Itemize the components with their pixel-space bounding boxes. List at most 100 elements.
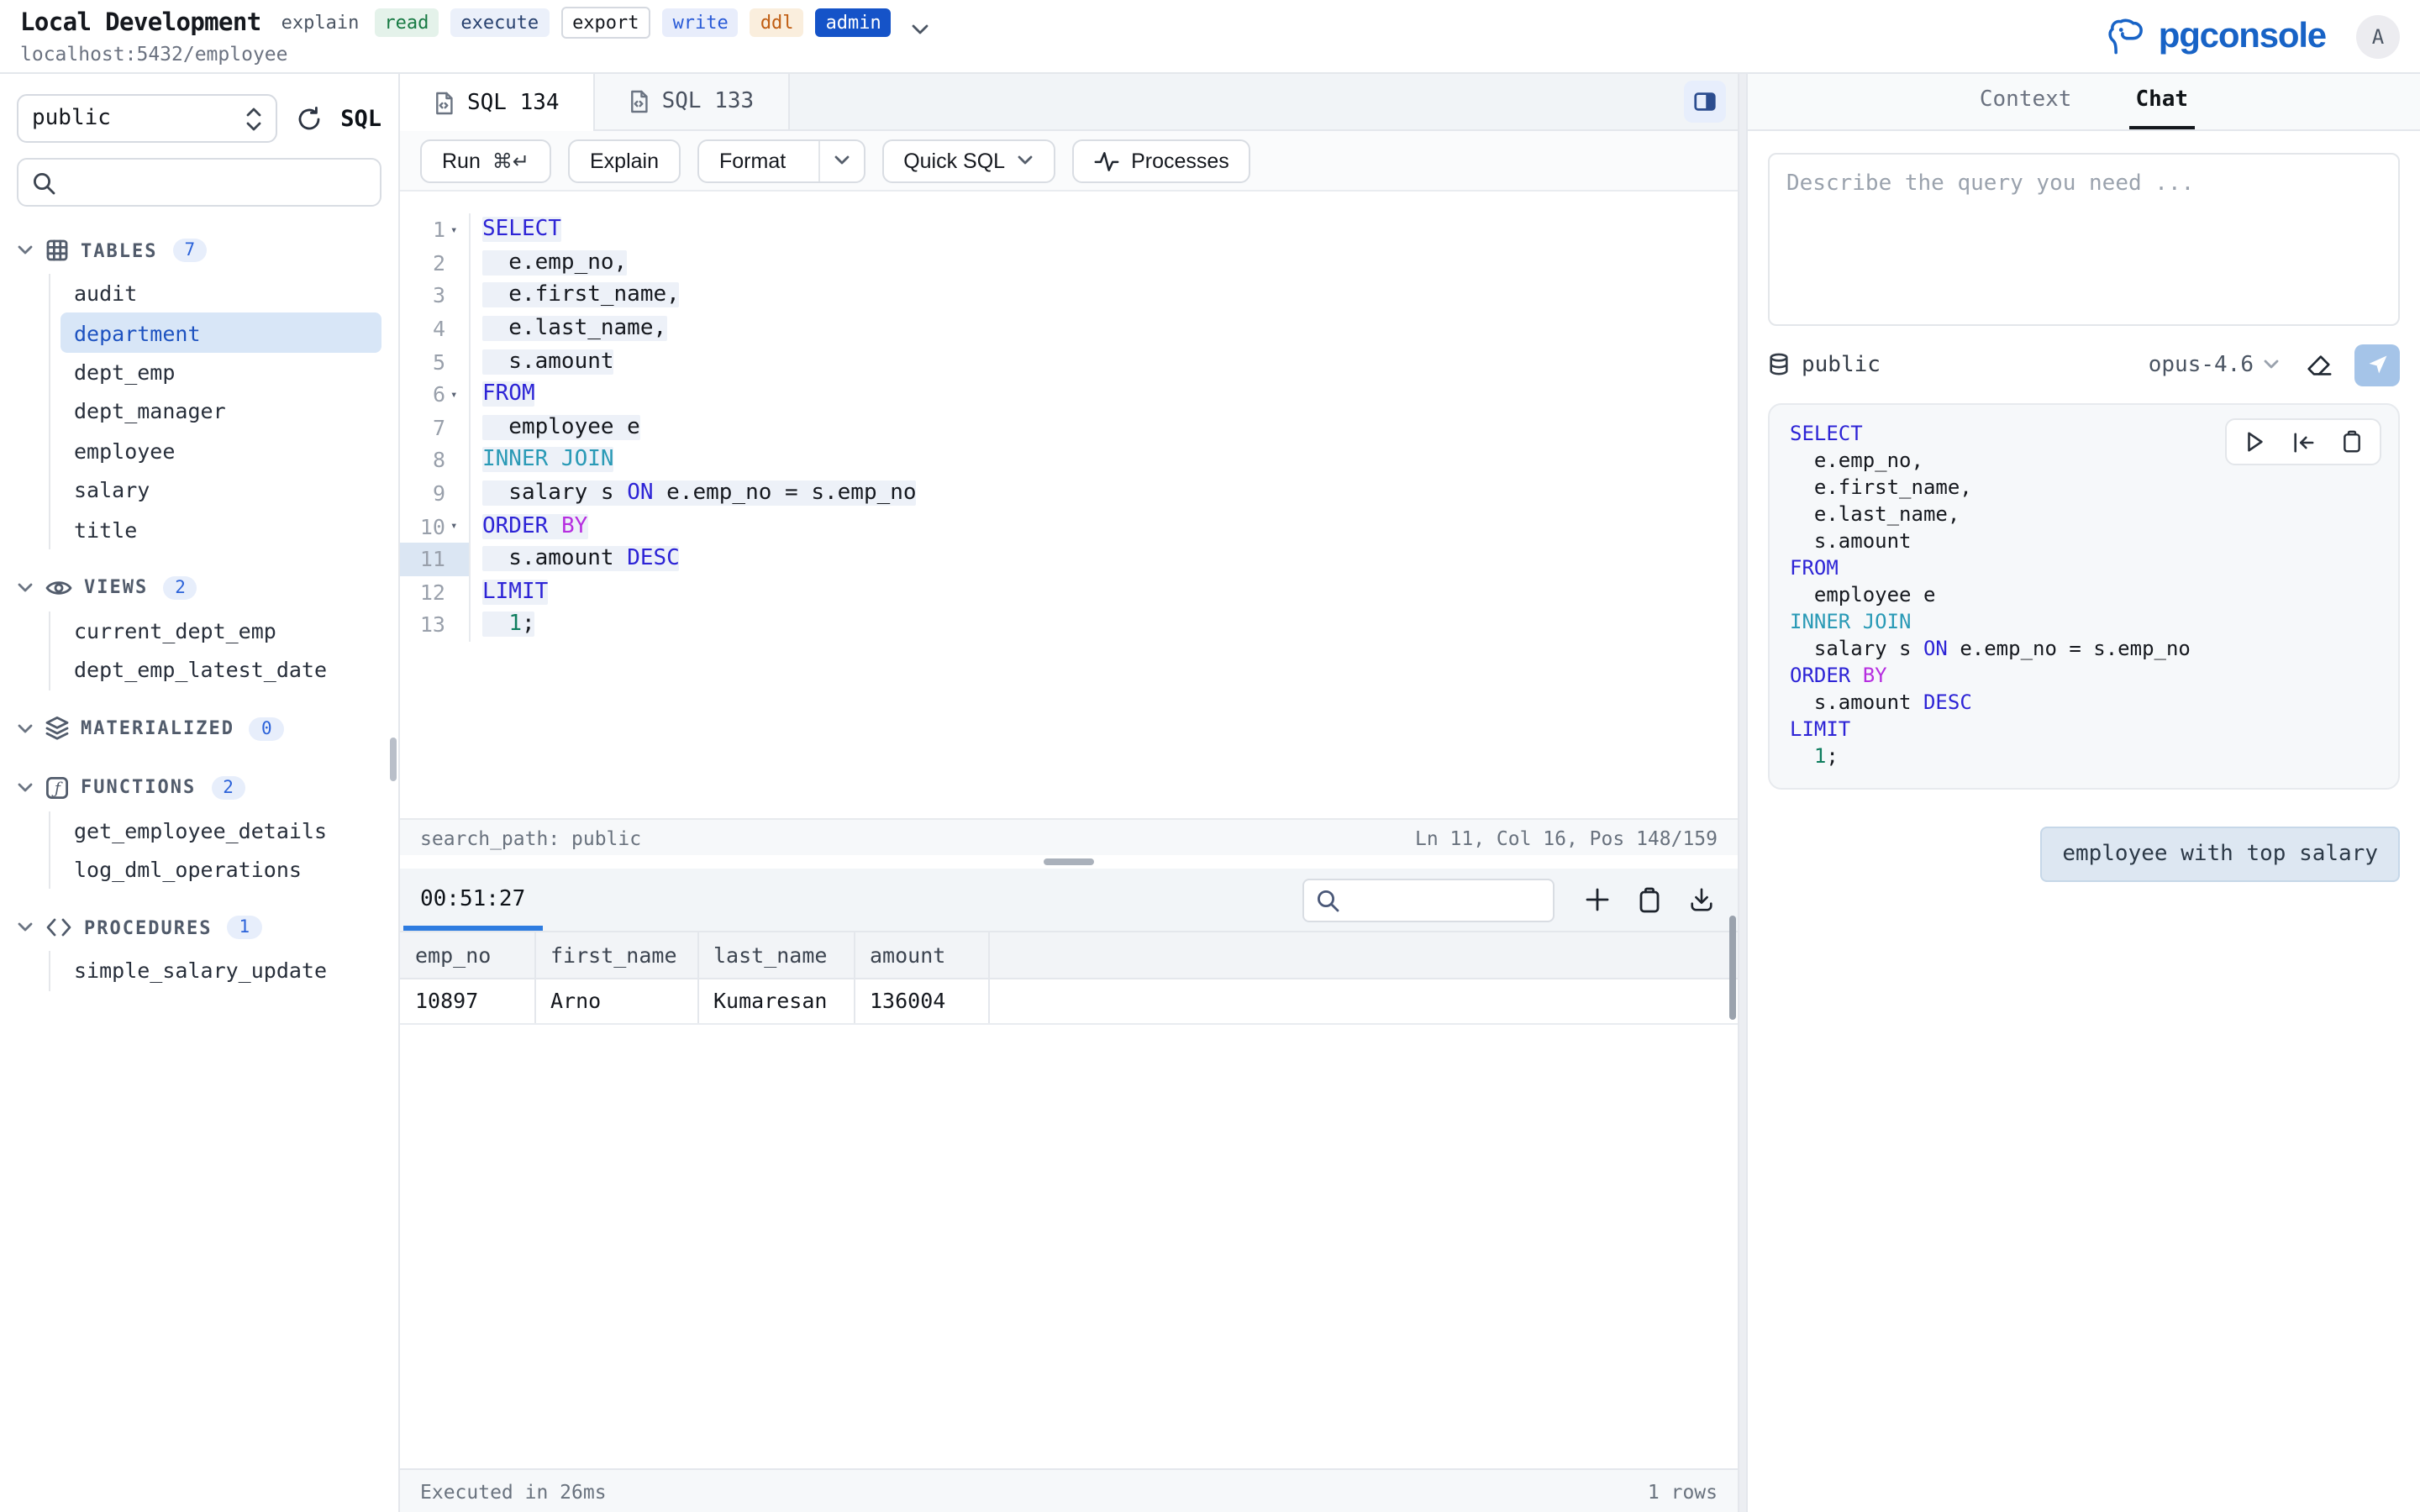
line-gutter: 4 [400, 312, 471, 345]
column-header-amount[interactable]: amount [854, 932, 988, 978]
editor-line-3[interactable]: 3 e.first_name, [400, 279, 1738, 312]
sidebar-item-dept_emp[interactable]: dept_emp [60, 353, 381, 392]
context-schema[interactable]: public [1768, 352, 1881, 377]
column-header-last_name[interactable]: last_name [697, 932, 854, 978]
section-label: MATERIALIZED [81, 717, 234, 739]
processes-button[interactable]: Processes [1072, 139, 1251, 182]
chat-prompt-input[interactable] [1768, 153, 2400, 326]
sidebar-item-department[interactable]: department [60, 313, 381, 353]
sidebar-item-log_dml_operations[interactable]: log_dml_operations [60, 850, 381, 890]
editor-tab-sql-134[interactable]: SQL 134 [400, 74, 595, 131]
editor-line-13[interactable]: 13 1; [400, 608, 1738, 641]
function-icon: ƒ [45, 775, 69, 799]
format-label: Format [699, 140, 806, 181]
section-count-badge: 2 [163, 575, 197, 599]
results-toolbar: 00:51:27 [400, 869, 1738, 932]
assistant-tabs: Context Chat [1748, 74, 2420, 131]
panel-divider[interactable] [1739, 74, 1746, 1512]
sql-editor-panel: SQL 134SQL 133 Run ⌘↵ Explain [400, 74, 1739, 1512]
sidebar-item-dept_manager[interactable]: dept_manager [60, 391, 381, 431]
copy-results-icon[interactable] [1637, 886, 1662, 913]
sidebar-item-salary[interactable]: salary [60, 470, 381, 510]
sidebar-item-get_employee_details[interactable]: get_employee_details [60, 811, 381, 850]
sidebar-section-materialized[interactable]: MATERIALIZED0 [17, 708, 381, 748]
table-cell: 136004 [854, 978, 988, 1023]
table-cell: Kumaresan [697, 978, 854, 1023]
insert-sql-icon[interactable] [2291, 431, 2316, 453]
send-button[interactable] [2354, 344, 2400, 386]
editor-line-1[interactable]: 1▾SELECT [400, 213, 1738, 246]
tab-chat[interactable]: Chat [2128, 74, 2195, 129]
clear-chat-icon[interactable] [2304, 350, 2333, 379]
elephant-logo-icon [2107, 18, 2147, 55]
refresh-icon[interactable] [295, 105, 322, 132]
sidebar-search-input[interactable] [66, 170, 366, 195]
header-badge-ddl: ddl [750, 8, 804, 38]
editor-line-11[interactable]: 11 s.amount DESC [400, 543, 1738, 575]
schema-select[interactable]: public [17, 94, 276, 143]
model-select[interactable]: opus-4.6 [2149, 352, 2279, 377]
download-results-icon[interactable] [1689, 887, 1714, 912]
result-tab-timer[interactable]: 00:51:27 [400, 869, 545, 931]
sidebar-section-tables[interactable]: TABLES7 [17, 230, 381, 270]
editor-line-5[interactable]: 5 s.amount [400, 345, 1738, 378]
activity-icon [1094, 149, 1119, 172]
sidebar-scrollbar[interactable] [390, 738, 397, 781]
sidebar-item-audit[interactable]: audit [60, 274, 381, 313]
connection-title: Local Development [20, 9, 261, 36]
results-scrollbar[interactable] [1729, 915, 1736, 1019]
results-search-input[interactable] [1349, 888, 1541, 911]
results-table: emp_nofirst_namelast_nameamount 10897Arn… [400, 932, 1738, 1024]
editor-line-8[interactable]: 8INNER JOIN [400, 444, 1738, 476]
tab-context[interactable]: Context [1973, 74, 2079, 129]
explain-label: Explain [590, 149, 659, 172]
line-gutter: 7 [400, 411, 471, 444]
sidebar-item-dept_emp_latest_date[interactable]: dept_emp_latest_date [60, 650, 381, 690]
editor-line-4[interactable]: 4 e.last_name, [400, 312, 1738, 345]
sidebar-section-procedures[interactable]: PROCEDURES1 [17, 908, 381, 948]
user-avatar[interactable]: A [2356, 14, 2400, 58]
column-header-empty [988, 932, 1738, 978]
chevron-down-icon[interactable] [912, 23, 930, 36]
run-sql-icon[interactable] [2244, 430, 2265, 454]
quick-sql-button[interactable]: Quick SQL [881, 139, 1055, 182]
sidebar-item-employee[interactable]: employee [60, 431, 381, 470]
format-button[interactable]: Format [697, 139, 865, 182]
schema-tree: TABLES7 auditdepartmentdept_empdept_manag… [17, 230, 381, 990]
editor-line-7[interactable]: 7 employee e [400, 411, 1738, 444]
sidebar-section-functions[interactable]: ƒFUNCTIONS2 [17, 767, 381, 807]
editor-line-12[interactable]: 12LIMIT [400, 575, 1738, 608]
results-search[interactable] [1302, 878, 1555, 921]
editor-line-2[interactable]: 2 e.emp_no, [400, 246, 1738, 279]
sql-code-editor[interactable]: 1▾SELECT2 e.emp_no,3 e.first_name,4 e.la… [400, 192, 1738, 818]
format-chevron-icon[interactable] [818, 140, 863, 181]
sidebar-item-title[interactable]: title [60, 510, 381, 549]
toggle-side-panel-button[interactable] [1684, 81, 1726, 123]
results-resize-handle[interactable] [400, 855, 1738, 869]
sidebar-search[interactable] [17, 158, 381, 207]
explain-button[interactable]: Explain [568, 139, 681, 182]
run-button[interactable]: Run ⌘↵ [420, 139, 551, 182]
sidebar-item-current_dept_emp[interactable]: current_dept_emp [60, 611, 381, 650]
copy-sql-icon[interactable] [2341, 430, 2363, 454]
top-header: Local Development explainreadexecuteexpo… [0, 0, 2420, 74]
table-cell: Arno [534, 978, 697, 1023]
header-badge-explain: explain [278, 8, 363, 38]
search-icon [1316, 888, 1339, 911]
editor-tabbar: SQL 134SQL 133 [400, 74, 1738, 131]
processes-label: Processes [1131, 149, 1229, 172]
code-icon [45, 918, 72, 938]
table-cell-empty [988, 978, 1738, 1023]
sidebar-item-simple_salary_update[interactable]: simple_salary_update [60, 952, 381, 991]
column-header-first_name[interactable]: first_name [534, 932, 697, 978]
layers-icon [45, 716, 69, 741]
add-row-icon[interactable] [1585, 887, 1610, 912]
editor-line-10[interactable]: 10▾ORDER BY [400, 510, 1738, 543]
editor-tab-sql-133[interactable]: SQL 133 [595, 74, 790, 129]
sidebar-section-views[interactable]: VIEWS2 [17, 567, 381, 607]
sql-mode-button[interactable]: SQL [340, 105, 381, 132]
table-row[interactable]: 10897ArnoKumaresan136004 [400, 978, 1738, 1023]
editor-line-6[interactable]: 6▾FROM [400, 378, 1738, 411]
column-header-emp_no[interactable]: emp_no [400, 932, 534, 978]
editor-line-9[interactable]: 9 salary s ON e.emp_no = s.emp_no [400, 477, 1738, 510]
